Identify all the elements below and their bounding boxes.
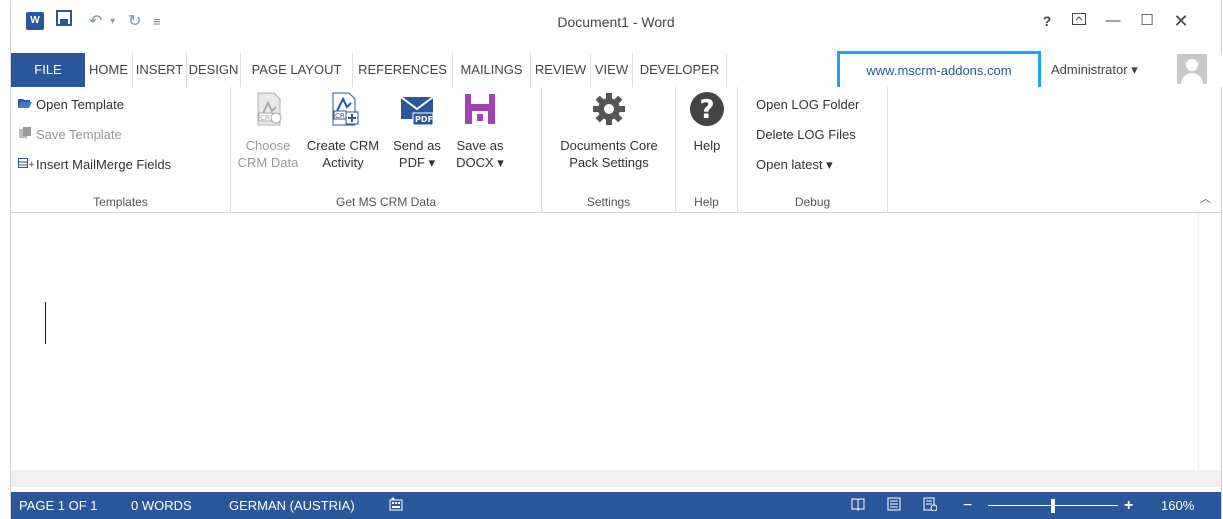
- gear-icon: [591, 91, 627, 127]
- group-label-help: Help: [694, 195, 719, 209]
- undo-dropdown-icon[interactable]: ▾: [110, 10, 115, 34]
- zoom-in-button[interactable]: +: [1124, 492, 1133, 519]
- svg-text:CR: CR: [260, 114, 270, 122]
- insert-mailmerge-fields-button[interactable]: + Insert MailMerge Fields: [18, 153, 171, 177]
- tab-insert[interactable]: INSERT: [133, 53, 187, 87]
- tab-mscrm-addons[interactable]: www.mscrm-addons.com: [837, 51, 1041, 91]
- open-log-folder-button[interactable]: Open LOG Folder: [756, 93, 859, 117]
- ribbon-display-options-icon[interactable]: [1063, 8, 1095, 34]
- word-count[interactable]: 0 WORDS: [131, 492, 192, 519]
- help-button[interactable]: ?: [1031, 8, 1063, 34]
- save-as-docx-label-2: DOCX ▾: [456, 155, 504, 170]
- question-mark-icon: ?: [689, 91, 725, 127]
- tab-view[interactable]: VIEW: [591, 53, 633, 87]
- svg-text:+: +: [28, 160, 34, 169]
- create-crm-activity-label-2: Activity: [322, 155, 364, 170]
- tab-mailings[interactable]: MAILINGS: [453, 53, 531, 87]
- group-label-settings: Settings: [586, 195, 631, 209]
- horizontal-scrollbar[interactable]: [11, 470, 1221, 487]
- tab-review[interactable]: REVIEW: [531, 53, 591, 87]
- zoom-out-button[interactable]: −: [963, 492, 972, 519]
- floppy-disk-icon: [462, 91, 498, 127]
- delete-log-files-button[interactable]: Delete LOG Files: [756, 123, 856, 147]
- tab-file[interactable]: FILE: [11, 53, 85, 87]
- status-bar: PAGE 1 OF 1 0 WORDS GERMAN (AUSTRIA) − +…: [11, 492, 1221, 519]
- save-template-button[interactable]: Save Template: [18, 123, 122, 147]
- print-layout-icon[interactable]: [885, 497, 903, 514]
- help-ribbon-label: Help: [693, 138, 721, 153]
- word-app-icon[interactable]: W: [26, 12, 44, 30]
- group-templates: Open Template Save Template + Insert Mai…: [11, 87, 231, 213]
- open-latest-dropdown[interactable]: Open latest ▾: [756, 153, 833, 177]
- ribbon-tab-bar: FILE HOME INSERT DESIGN PAGE LAYOUT REFE…: [11, 51, 1223, 91]
- read-mode-icon[interactable]: [849, 497, 867, 514]
- choose-crm-data-label-2: CRM Data: [237, 155, 299, 170]
- zoom-level[interactable]: 160%: [1161, 492, 1194, 519]
- undo-icon[interactable]: ↶: [89, 10, 102, 34]
- minimize-button[interactable]: —: [1097, 8, 1129, 34]
- tab-developer[interactable]: DEVELOPER: [633, 53, 727, 87]
- page-count[interactable]: PAGE 1 OF 1: [19, 492, 98, 519]
- send-as-pdf-label-2: PDF ▾: [398, 155, 436, 170]
- redo-icon[interactable]: ↻: [128, 10, 141, 34]
- ribbon-tab-strip: HOME INSERT DESIGN PAGE LAYOUT REFERENCE…: [85, 51, 1223, 91]
- customize-qat-icon[interactable]: ≡: [153, 10, 161, 34]
- svg-text:PDF: PDF: [415, 115, 433, 124]
- maximize-button[interactable]: ☐: [1131, 8, 1163, 34]
- group-get-ms-crm-data: CR Choose CRM Data CR Create CRM Activit…: [231, 87, 542, 213]
- crm-activity-icon: CR: [325, 91, 361, 127]
- choose-crm-data-label-1: Choose: [245, 138, 291, 153]
- insert-mailmerge-label: Insert MailMerge Fields: [36, 157, 172, 172]
- svg-text:CR: CR: [335, 112, 345, 120]
- save-as-docx-button[interactable]: Save as DOCX ▾: [449, 91, 511, 171]
- send-as-pdf-button[interactable]: PDF Send as PDF ▾: [385, 91, 449, 171]
- tab-references[interactable]: REFERENCES: [353, 53, 453, 87]
- save-template-label: Save Template: [36, 127, 122, 142]
- ribbon-panel: Open Template Save Template + Insert Mai…: [11, 87, 1221, 213]
- folder-open-icon: [18, 93, 36, 117]
- group-label-get-ms-crm-data: Get MS CRM Data: [335, 195, 437, 209]
- vertical-scrollbar[interactable]: [1198, 213, 1221, 470]
- tab-home[interactable]: HOME: [85, 53, 133, 87]
- svg-text:?: ?: [699, 95, 714, 125]
- group-debug: Open LOG Folder Delete LOG Files Open la…: [738, 87, 888, 213]
- document-canvas[interactable]: [11, 213, 1221, 470]
- envelope-pdf-icon: PDF: [399, 91, 435, 127]
- macro-recording-icon[interactable]: [387, 497, 405, 514]
- user-avatar[interactable]: [1177, 54, 1207, 84]
- group-settings: Documents Core Pack Settings Settings: [542, 87, 676, 213]
- documents-core-pack-settings-button[interactable]: Documents Core Pack Settings: [550, 91, 668, 171]
- create-crm-activity-button[interactable]: CR Create CRM Activity: [301, 91, 385, 171]
- documents-core-label-1: Documents Core: [560, 138, 658, 153]
- group-label-templates: Templates: [93, 195, 148, 209]
- account-name[interactable]: Administrator ▾: [1051, 53, 1138, 87]
- save-icon[interactable]: [56, 10, 72, 34]
- save-template-icon: [18, 123, 36, 147]
- collapse-ribbon-icon[interactable]: ︿: [1200, 190, 1211, 206]
- documents-core-label-2: Pack Settings: [569, 155, 649, 170]
- text-cursor: [45, 302, 46, 344]
- group-help: ? Help Help: [676, 87, 738, 213]
- open-template-label: Open Template: [36, 97, 124, 112]
- save-as-docx-label-1: Save as: [456, 138, 504, 153]
- zoom-slider-thumb[interactable]: [1051, 499, 1055, 513]
- language-indicator[interactable]: GERMAN (AUSTRIA): [229, 492, 355, 519]
- help-ribbon-button[interactable]: ? Help: [682, 91, 732, 154]
- create-crm-activity-label-1: Create CRM: [306, 138, 380, 153]
- title-bar: W ↶ ▾ ↻ ≡ Document1 - Word ? — ☐ ✕: [11, 0, 1221, 46]
- group-label-debug: Debug: [794, 195, 831, 209]
- tab-design[interactable]: DESIGN: [187, 53, 241, 87]
- web-layout-icon[interactable]: [921, 497, 939, 514]
- choose-crm-data-button[interactable]: CR Choose CRM Data: [235, 91, 301, 171]
- send-as-pdf-label-1: Send as: [393, 138, 441, 153]
- open-template-button[interactable]: Open Template: [18, 93, 124, 117]
- close-button[interactable]: ✕: [1165, 8, 1197, 34]
- crm-document-icon: CR: [250, 91, 286, 127]
- tab-page-layout[interactable]: PAGE LAYOUT: [241, 53, 353, 87]
- insert-fields-icon: +: [18, 153, 36, 177]
- word-window: W ↶ ▾ ↻ ≡ Document1 - Word ? — ☐ ✕ FILE …: [10, 0, 1223, 519]
